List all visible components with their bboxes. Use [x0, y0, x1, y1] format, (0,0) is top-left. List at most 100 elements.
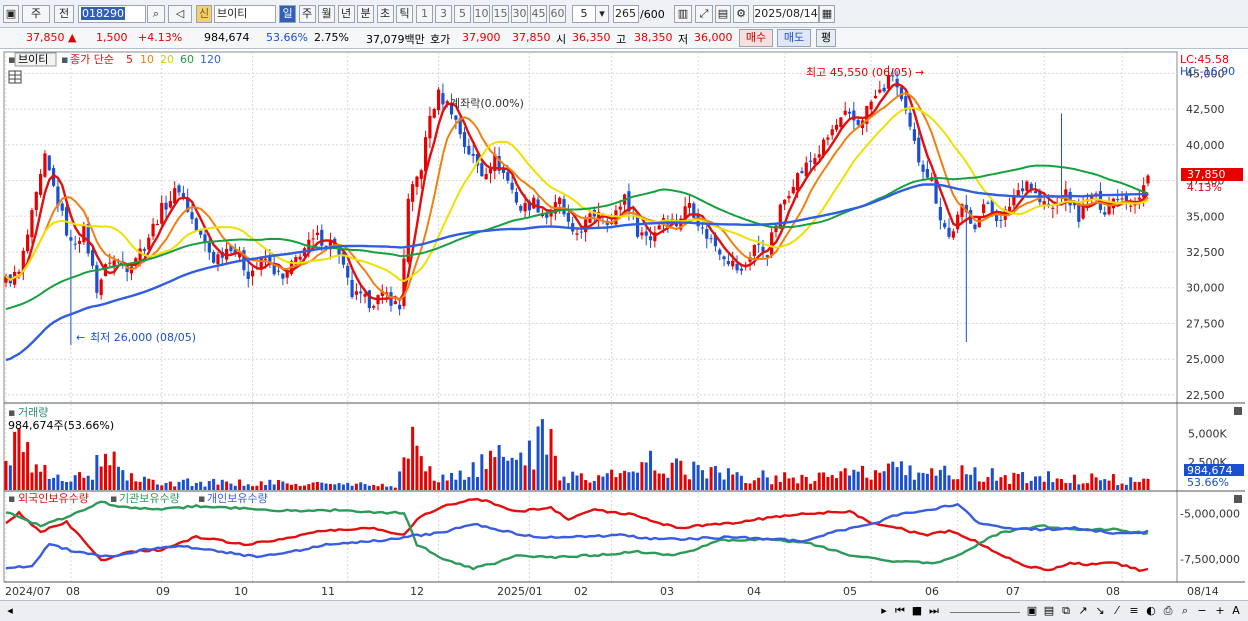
- candle-body: [687, 203, 692, 208]
- period-tab-1[interactable]: 주: [298, 5, 316, 23]
- change-percent: +4.13%: [138, 31, 183, 44]
- layout-icon[interactable]: ▣: [1025, 603, 1039, 619]
- volume-bar: [480, 454, 484, 490]
- trend-icon[interactable]: ↗: [1076, 603, 1090, 619]
- drawing-tool-icon[interactable]: ⤢: [695, 5, 713, 23]
- stock-chart[interactable]: 45,00042,50040,00037,50035,00032,50030,0…: [0, 50, 1248, 600]
- rewind-icon[interactable]: ⏮: [893, 603, 907, 619]
- scroll-left-icon[interactable]: ◂: [4, 603, 16, 619]
- volume-bar: [813, 481, 817, 490]
- period-tab-5[interactable]: 초: [376, 5, 394, 23]
- fast-forward-icon[interactable]: ⏭: [927, 603, 941, 619]
- stop-icon[interactable]: ■: [910, 603, 924, 619]
- volume-bar: [904, 475, 908, 490]
- save-icon[interactable]: ▤: [715, 5, 731, 23]
- prev-button[interactable]: 전: [54, 5, 74, 23]
- candle-body: [155, 224, 160, 226]
- candle-body: [190, 212, 194, 220]
- interval-button-10[interactable]: 10: [473, 5, 490, 23]
- candle-body: [1033, 191, 1038, 194]
- speaker-icon[interactable]: ◁: [168, 5, 192, 23]
- fib-icon[interactable]: ≡: [1127, 603, 1141, 619]
- period-tab-2[interactable]: 월: [318, 5, 335, 23]
- interval-button-45[interactable]: 45: [530, 5, 547, 23]
- buy-button[interactable]: 매수: [739, 29, 773, 47]
- volume-bar: [822, 472, 826, 490]
- volume-bar: [973, 467, 977, 490]
- stock-name-field[interactable]: 브이티: [214, 5, 276, 23]
- candle-body: [908, 112, 912, 127]
- volume-bar: [683, 474, 687, 490]
- x-tick-label: 08: [1106, 585, 1120, 598]
- interval-input[interactable]: 5: [572, 5, 596, 23]
- volume-bar: [367, 485, 371, 490]
- period-tab-6[interactable]: 틱: [396, 5, 413, 23]
- candle-body: [363, 293, 367, 297]
- candle-body: [432, 109, 436, 118]
- candle-body: [700, 227, 705, 229]
- volume-bar: [164, 483, 168, 490]
- calendar-icon[interactable]: ▦: [819, 5, 835, 23]
- last-volume-percent: 53.66%: [1187, 476, 1229, 489]
- copy-icon[interactable]: ⧉: [1059, 603, 1073, 619]
- date-input[interactable]: 2025/08/14: [753, 5, 819, 23]
- zoom-slider[interactable]: [950, 603, 1020, 613]
- chevron-down-icon[interactable]: ▾: [595, 5, 609, 23]
- chart-menu-icon[interactable]: ▣: [3, 5, 19, 23]
- candle-body: [138, 248, 142, 261]
- search-icon[interactable]: ⌕: [147, 5, 165, 23]
- volume-bar: [514, 459, 518, 490]
- x-tick-label: 08: [66, 585, 80, 598]
- period-select[interactable]: 주: [22, 5, 50, 23]
- auto-scale-icon[interactable]: A: [1230, 603, 1242, 619]
- volume-bar: [411, 426, 415, 490]
- zoom-in-icon[interactable]: +: [1214, 603, 1226, 619]
- period-tab-4[interactable]: 분: [357, 5, 374, 23]
- volume-bar: [246, 484, 250, 490]
- volume-bar: [614, 477, 618, 490]
- interval-button-30[interactable]: 30: [511, 5, 528, 23]
- candle-body: [281, 273, 285, 279]
- interval-button-60[interactable]: 60: [549, 5, 566, 23]
- volume-bar: [796, 483, 800, 490]
- candle-body: [726, 261, 731, 265]
- candle-body: [804, 162, 808, 177]
- volume-bar: [26, 442, 30, 490]
- volume-bar: [679, 460, 683, 490]
- volume-bar: [13, 431, 17, 490]
- scroll-right-icon[interactable]: ▸: [878, 603, 890, 619]
- count-input[interactable]: 265: [613, 5, 639, 23]
- trend2-icon[interactable]: ↘: [1093, 603, 1107, 619]
- print-icon[interactable]: ⎙: [1161, 603, 1175, 619]
- sell-button[interactable]: 매도: [777, 29, 811, 47]
- interval-button-15[interactable]: 15: [492, 5, 509, 23]
- candle-body: [973, 224, 977, 230]
- chart-frame: [3, 51, 1178, 583]
- palette-icon[interactable]: ◐: [1144, 603, 1158, 619]
- legend-title: 종가 단순: [70, 53, 114, 66]
- volume-bar: [203, 486, 207, 490]
- volume-bar: [653, 470, 657, 490]
- gear-icon[interactable]: ⚙: [733, 5, 749, 23]
- volume-bar: [190, 485, 194, 490]
- candle-body: [142, 248, 147, 251]
- candle-body: [1042, 201, 1046, 205]
- avg-button[interactable]: 평: [816, 29, 836, 47]
- volume-bar: [752, 480, 756, 490]
- zoom-icon[interactable]: ⌕: [1178, 603, 1192, 619]
- candle-body: [216, 254, 220, 265]
- volume-bar: [1098, 480, 1102, 490]
- candle-type-icon[interactable]: ▥: [674, 5, 692, 23]
- candle-body: [878, 89, 882, 93]
- interval-button-1[interactable]: 1: [416, 5, 433, 23]
- volume-bar: [713, 465, 717, 490]
- stock-code-input[interactable]: 018290: [78, 5, 146, 23]
- interval-button-3[interactable]: 3: [435, 5, 452, 23]
- interval-button-5[interactable]: 5: [454, 5, 471, 23]
- layout2-icon[interactable]: ▤: [1042, 603, 1056, 619]
- zoom-out-icon[interactable]: −: [1196, 603, 1208, 619]
- candle-body: [462, 132, 467, 148]
- period-tab-3[interactable]: 년: [337, 5, 355, 23]
- line-icon[interactable]: ⁄: [1110, 603, 1124, 619]
- period-tab-0[interactable]: 일: [279, 5, 296, 23]
